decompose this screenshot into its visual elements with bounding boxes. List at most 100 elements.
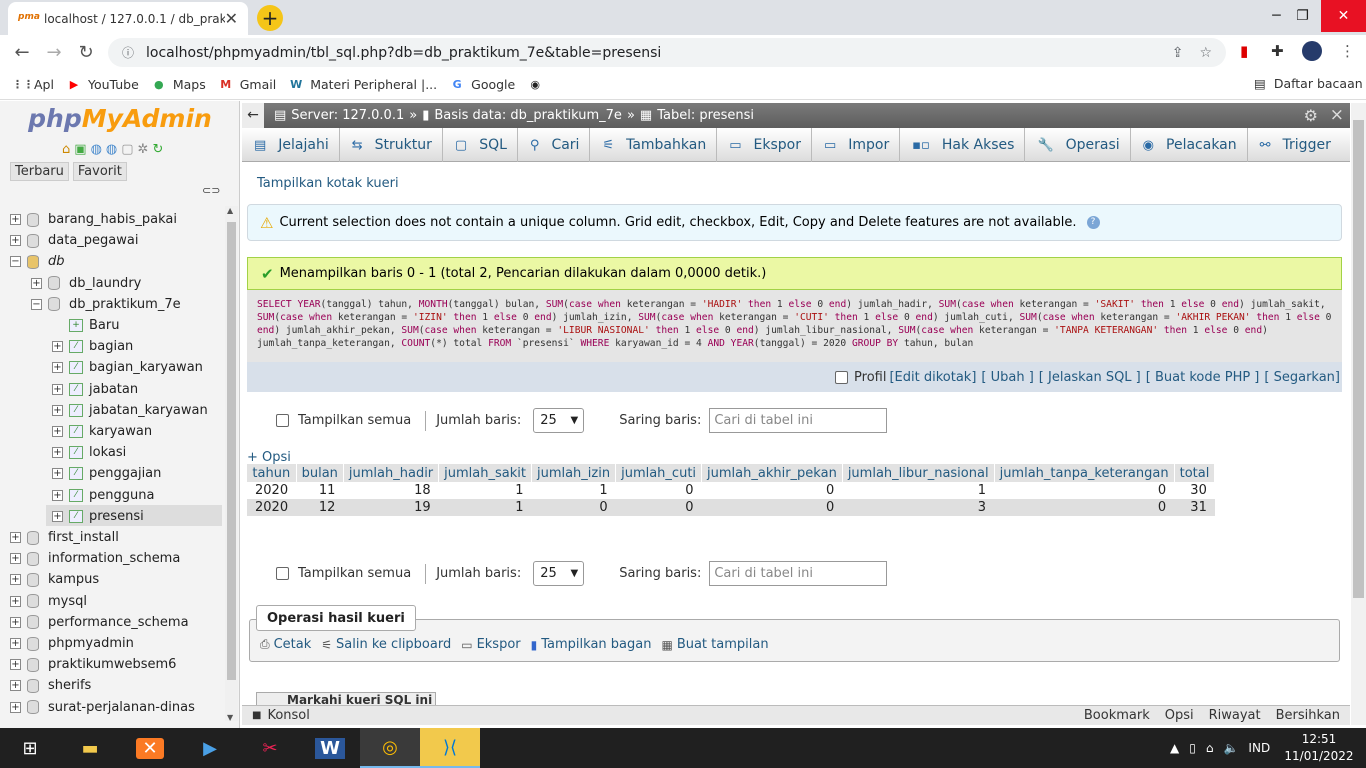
- back-icon[interactable]: ←: [6, 42, 38, 63]
- tab-favorite[interactable]: Favorit: [72, 162, 127, 181]
- profile-avatar[interactable]: [1302, 41, 1322, 61]
- expand-icon[interactable]: +: [52, 404, 63, 416]
- expand-icon[interactable]: +: [10, 595, 21, 607]
- tab-insert[interactable]: ⚟ Tambahkan: [590, 128, 718, 162]
- collapse-nav-icon[interactable]: ←: [242, 103, 264, 128]
- expand-icon[interactable]: +: [31, 277, 42, 289]
- copy-clipboard-link[interactable]: ⚟ Salin ke clipboard: [321, 637, 451, 652]
- main-scrollbar-thumb[interactable]: [1353, 120, 1364, 598]
- settings-gear-icon[interactable]: ⚙: [1304, 106, 1318, 125]
- pdf-extension-icon[interactable]: ▮: [1240, 42, 1248, 60]
- show-all-checkbox[interactable]: [276, 414, 289, 427]
- display-chart-link[interactable]: ▮ Tampilkan bagan: [531, 637, 652, 652]
- console-clear[interactable]: Bersihkan: [1276, 708, 1340, 723]
- expand-icon[interactable]: +: [10, 680, 21, 692]
- show-query-box-link[interactable]: Tampilkan kotak kueri: [257, 176, 399, 191]
- console-options[interactable]: Opsi: [1165, 708, 1194, 723]
- breadcrumb-db[interactable]: Basis data: db_praktikum_7e: [434, 108, 622, 123]
- tab-recent[interactable]: Terbaru: [10, 162, 69, 181]
- tree-item[interactable]: + surat-perjalanan-dinas: [10, 697, 195, 718]
- tree-item[interactable]: − db_praktikum_7e: [31, 294, 181, 315]
- rows-select[interactable]: 25 ▼: [533, 408, 585, 433]
- tab-sql[interactable]: ▢ SQL: [443, 128, 518, 162]
- edit-inline-link[interactable]: [Edit dikotak]: [889, 370, 976, 385]
- rows-select[interactable]: 25 ▼: [533, 561, 585, 586]
- help-icon[interactable]: ◍: [91, 142, 102, 157]
- profiling-checkbox[interactable]: [835, 370, 849, 384]
- tree-item[interactable]: + db_laundry: [31, 273, 141, 294]
- options-toggle[interactable]: + Opsi: [247, 450, 291, 465]
- tree-item[interactable]: + performance_schema: [10, 612, 189, 633]
- tab-structure[interactable]: ⇆ Struktur: [340, 128, 443, 162]
- tab-privileges[interactable]: ▪▫ Hak Akses: [900, 128, 1026, 162]
- export-link[interactable]: ▭ Ekspor: [461, 637, 520, 652]
- close-window-button[interactable]: ✕: [1321, 0, 1366, 32]
- tab-operations[interactable]: 🔧 Operasi: [1025, 128, 1131, 162]
- console-bookmark[interactable]: Bookmark: [1084, 708, 1150, 723]
- network-icon[interactable]: ⌂: [1206, 741, 1214, 755]
- tray-chevron-icon[interactable]: ▲: [1170, 741, 1179, 755]
- tree-item[interactable]: + first_install: [10, 527, 119, 548]
- scroll-down-icon[interactable]: ▼: [227, 713, 233, 722]
- scroll-up-icon[interactable]: ▲: [227, 206, 233, 215]
- docs-icon[interactable]: ◍: [106, 142, 117, 157]
- refresh-link[interactable]: [ Segarkan]: [1264, 370, 1340, 385]
- taskbar-media[interactable]: ▶: [180, 728, 240, 768]
- expand-icon[interactable]: +: [52, 426, 63, 437]
- breadcrumb-server[interactable]: Server: 127.0.0.1: [291, 108, 404, 123]
- taskbar-xampp[interactable]: ✕: [120, 728, 180, 768]
- star-icon[interactable]: ☆: [1199, 45, 1212, 61]
- forward-icon[interactable]: →: [38, 42, 70, 63]
- start-button[interactable]: ⊞: [0, 728, 60, 768]
- tree-item[interactable]: + information_schema: [10, 548, 180, 569]
- volume-icon[interactable]: 🔈: [1223, 741, 1238, 755]
- close-tab-icon[interactable]: ✕: [225, 9, 238, 28]
- tree-item[interactable]: + ⁄ jabatan_karyawan: [52, 400, 208, 421]
- gear-icon[interactable]: ✲: [138, 142, 149, 157]
- tree-item[interactable]: + praktikumwebsem6: [10, 654, 176, 675]
- bookmark-query-button[interactable]: Markahi kueri SQL ini: [256, 692, 436, 706]
- expand-icon[interactable]: +: [52, 341, 63, 353]
- collapse-top-icon[interactable]: ⨯: [1330, 105, 1344, 125]
- collapse-icon[interactable]: −: [31, 298, 42, 310]
- expand-icon[interactable]: +: [10, 638, 21, 649]
- tree-item[interactable]: + Baru: [52, 315, 119, 336]
- bookmark-materi[interactable]: W Materi Peripheral |...: [288, 77, 437, 92]
- tree-item[interactable]: + ⁄ pengguna: [52, 485, 154, 506]
- bookmark-maps[interactable]: ● Maps: [151, 77, 206, 92]
- help-icon[interactable]: ?: [1086, 216, 1100, 229]
- new-tab-button[interactable]: +: [257, 5, 283, 31]
- extensions-puzzle-icon[interactable]: ✚: [1271, 42, 1284, 60]
- tree-item[interactable]: + sherifs: [10, 675, 91, 696]
- tree-item[interactable]: + ⁄ bagian: [52, 336, 133, 357]
- browser-tab[interactable]: pma localhost / 127.0.0.1 / db_praktik ✕: [8, 2, 248, 35]
- clock[interactable]: 12:51 11/01/2022: [1284, 731, 1354, 765]
- tree-item[interactable]: + mysql: [10, 591, 87, 612]
- tree-item[interactable]: + barang_habis_pakai: [10, 209, 177, 230]
- tab-triggers[interactable]: ⚯ Trigger: [1248, 128, 1341, 162]
- column-header[interactable]: jumlah_sakit: [438, 464, 532, 482]
- tree-item[interactable]: + ⁄ karyawan: [52, 421, 152, 442]
- bookmark-youtube[interactable]: ▶ YouTube: [66, 77, 139, 92]
- tree-item[interactable]: + phpmyadmin: [10, 633, 134, 654]
- expand-icon[interactable]: +: [52, 447, 63, 459]
- explain-sql-link[interactable]: [ Jelaskan SQL ]: [1039, 370, 1141, 385]
- expand-icon[interactable]: +: [10, 574, 21, 586]
- create-php-link[interactable]: [ Buat kode PHP ]: [1146, 370, 1260, 385]
- menu-dots-icon[interactable]: ⋮: [1340, 42, 1355, 60]
- expand-icon[interactable]: +: [52, 489, 63, 501]
- edit-link[interactable]: [ Ubah ]: [981, 370, 1033, 385]
- expand-icon[interactable]: +: [10, 553, 21, 565]
- address-bar[interactable]: ⓘ localhost/phpmyadmin/tbl_sql.php?db=db…: [108, 38, 1226, 67]
- breadcrumb-table[interactable]: Tabel: presensi: [657, 108, 754, 123]
- column-header[interactable]: jumlah_libur_nasional: [842, 464, 995, 482]
- filter-input[interactable]: Cari di tabel ini: [709, 561, 888, 586]
- restore-button[interactable]: ❐: [1280, 0, 1325, 32]
- expand-icon[interactable]: +: [10, 235, 21, 247]
- filter-input[interactable]: Cari di tabel ini: [709, 408, 888, 433]
- create-view-link[interactable]: ▦ Buat tampilan: [661, 637, 768, 652]
- console-bar[interactable]: ■ Konsol Bookmark Opsi Riwayat Bersihkan: [242, 705, 1350, 725]
- tab-search[interactable]: ⚲ Cari: [518, 128, 591, 162]
- page-icon[interactable]: ▢: [121, 142, 133, 157]
- tab-import[interactable]: ▭ Impor: [812, 128, 901, 162]
